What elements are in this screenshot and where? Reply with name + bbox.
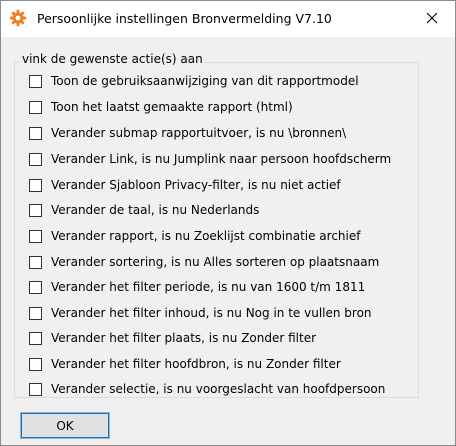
close-button[interactable] [409, 1, 455, 37]
option-label: Toon de gebruiksaanwijziging van dit rap… [51, 74, 359, 88]
checkbox[interactable] [29, 255, 42, 269]
close-icon [426, 12, 438, 27]
option-label: Verander rapport, is nu Zoeklijst combin… [51, 229, 361, 243]
option-label: Verander selectie, is nu voorgeslacht va… [51, 382, 386, 396]
checkbox[interactable] [29, 357, 42, 371]
checkbox[interactable] [29, 331, 42, 345]
checkbox[interactable] [29, 306, 42, 320]
checkbox[interactable] [29, 126, 42, 140]
option-change-report[interactable]: Verander rapport, is nu Zoeklijst combin… [29, 228, 360, 244]
option-label: Verander Sjabloon Privacy-filter, is nu … [51, 178, 341, 192]
option-change-place-filter[interactable]: Verander het filter plaats, is nu Zonder… [29, 330, 316, 346]
option-label: Verander het filter hoofdbron, is nu Zon… [51, 357, 341, 371]
option-change-content-filter[interactable]: Verander het filter inhoud, is nu Nog in… [29, 305, 372, 321]
option-change-submap[interactable]: Verander submap rapportuitvoer, is nu \b… [29, 125, 346, 141]
checkbox[interactable] [29, 280, 42, 294]
option-change-selection[interactable]: Verander selectie, is nu voorgeslacht va… [29, 381, 385, 397]
groupbox-label: vink de gewenste actie(s) aan [20, 52, 205, 66]
option-show-manual[interactable]: Toon de gebruiksaanwijziging van dit rap… [29, 73, 359, 89]
title-bar[interactable]: Persoonlijke instellingen Bronvermelding… [1, 1, 455, 37]
option-label: Verander het filter inhoud, is nu Nog in… [51, 306, 372, 320]
option-label: Verander de taal, is nu Nederlands [51, 203, 260, 217]
option-label: Verander het filter plaats, is nu Zonder… [51, 331, 317, 345]
checkbox[interactable] [29, 229, 42, 243]
option-change-link[interactable]: Verander Link, is nu Jumplink naar perso… [29, 151, 391, 167]
option-change-mainsource-filter[interactable]: Verander het filter hoofdbron, is nu Zon… [29, 356, 341, 372]
option-show-last-report[interactable]: Toon het laatst gemaakte rapport (html) [29, 99, 293, 115]
option-label: Verander Link, is nu Jumplink naar perso… [51, 152, 392, 166]
checkbox[interactable] [29, 203, 42, 217]
dialog-window: Persoonlijke instellingen Bronvermelding… [0, 0, 456, 446]
checkbox[interactable] [29, 74, 42, 88]
option-change-sorting[interactable]: Verander sortering, is nu Alles sorteren… [29, 254, 379, 270]
gear-icon [9, 9, 27, 27]
option-change-period-filter[interactable]: Verander het filter periode, is nu van 1… [29, 279, 365, 295]
ok-button[interactable]: OK [20, 412, 110, 439]
checkbox[interactable] [29, 382, 42, 396]
option-change-language[interactable]: Verander de taal, is nu Nederlands [29, 202, 259, 218]
window-title: Persoonlijke instellingen Bronvermelding… [37, 11, 332, 26]
option-change-privacy-template[interactable]: Verander Sjabloon Privacy-filter, is nu … [29, 177, 341, 193]
option-label: Verander sortering, is nu Alles sorteren… [51, 255, 380, 269]
option-label: Verander submap rapportuitvoer, is nu \b… [51, 126, 347, 140]
checkbox[interactable] [29, 152, 42, 166]
option-label: Verander het filter periode, is nu van 1… [51, 280, 366, 294]
checkbox[interactable] [29, 178, 42, 192]
checkbox[interactable] [29, 100, 42, 114]
option-label: Toon het laatst gemaakte rapport (html) [51, 100, 293, 114]
